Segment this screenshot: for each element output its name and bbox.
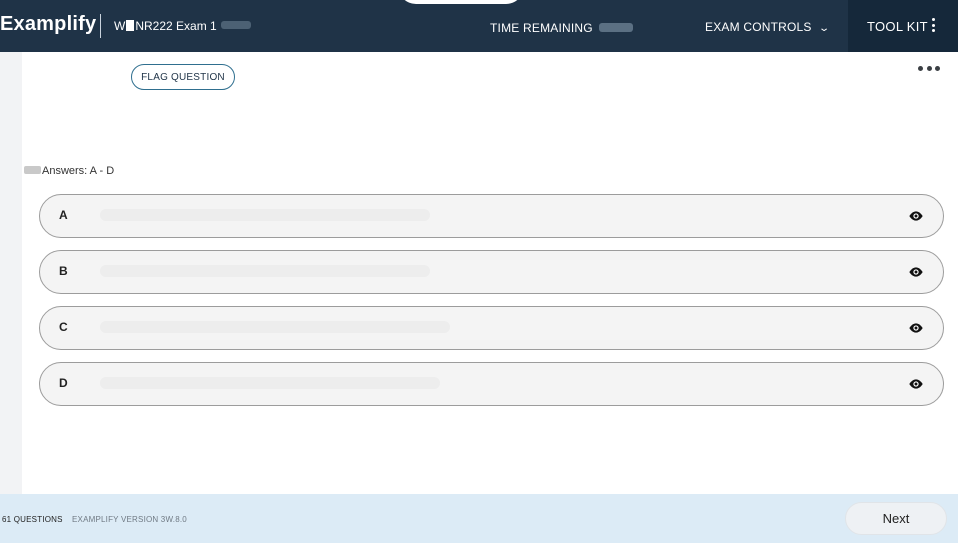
toolkit-label: TOOL KIT bbox=[867, 19, 928, 34]
exam-title: W NR222 Exam 1 bbox=[114, 19, 251, 33]
answer-option-a[interactable]: A bbox=[39, 194, 944, 238]
redaction-mark bbox=[126, 20, 135, 31]
brand-divider bbox=[100, 14, 101, 38]
flag-question-button[interactable]: FLAG QUESTION bbox=[131, 64, 235, 90]
exam-controls-menu[interactable]: EXAM CONTROLS ⌄ bbox=[705, 20, 830, 34]
eye-icon[interactable] bbox=[908, 265, 924, 279]
option-text-blurred bbox=[100, 377, 440, 389]
option-text-blurred bbox=[100, 321, 450, 333]
option-letter: B bbox=[59, 264, 68, 278]
exam-title-text: NR222 Exam 1 bbox=[135, 19, 217, 33]
footer-bar: 61 QUESTIONS EXAMPLIFY VERSION 3W.8.0 Ne… bbox=[0, 494, 958, 543]
answers-header-text: Answers: A - D bbox=[42, 165, 115, 177]
time-remaining-value-blurred bbox=[598, 23, 633, 32]
eye-icon[interactable] bbox=[908, 209, 924, 223]
kebab-vertical-icon bbox=[932, 18, 936, 34]
next-button[interactable]: Next bbox=[845, 502, 947, 535]
toolkit-button[interactable]: TOOL KIT bbox=[848, 0, 958, 52]
answers-header: Answers: A - D bbox=[24, 165, 114, 177]
exam-controls-label: EXAM CONTROLS bbox=[705, 20, 812, 34]
app-version: EXAMPLIFY VERSION 3W.8.0 bbox=[72, 515, 187, 524]
option-letter: A bbox=[59, 208, 68, 222]
brand-logo: Examplify bbox=[0, 13, 97, 35]
eye-icon[interactable] bbox=[908, 377, 924, 391]
option-text-blurred bbox=[100, 265, 430, 277]
left-gutter bbox=[0, 52, 22, 494]
blurred-text bbox=[24, 166, 41, 174]
blurred-text bbox=[220, 21, 251, 29]
option-letter: D bbox=[59, 376, 68, 390]
more-horizontal-icon[interactable] bbox=[918, 66, 940, 72]
option-text-blurred bbox=[100, 209, 430, 221]
time-remaining-label: TIME REMAINING bbox=[490, 21, 593, 35]
option-letter: C bbox=[59, 320, 68, 334]
camera-notch bbox=[398, 0, 524, 4]
eye-icon[interactable] bbox=[908, 321, 924, 335]
time-remaining: TIME REMAINING bbox=[490, 21, 633, 35]
answer-option-b[interactable]: B bbox=[39, 250, 944, 294]
chevron-down-icon: ⌄ bbox=[817, 23, 830, 34]
question-count: 61 QUESTIONS bbox=[2, 515, 63, 524]
answer-option-d[interactable]: D bbox=[39, 362, 944, 406]
top-bar: Examplify W NR222 Exam 1 TIME REMAINING E… bbox=[0, 0, 958, 52]
answer-option-c[interactable]: C bbox=[39, 306, 944, 350]
exam-title-prefix: W bbox=[114, 19, 126, 33]
